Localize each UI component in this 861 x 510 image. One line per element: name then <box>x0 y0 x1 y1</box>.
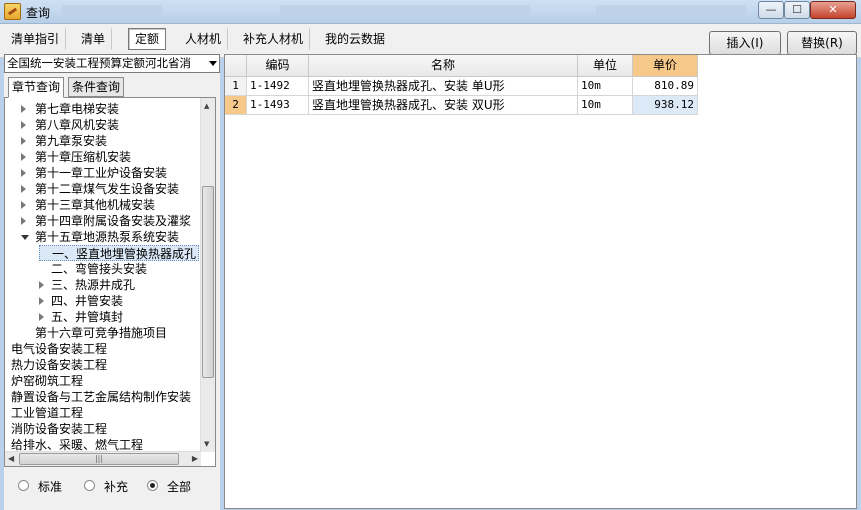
tab-my-cloud-data[interactable]: 我的云数据 <box>318 28 392 50</box>
radio-all[interactable] <box>147 480 158 491</box>
title-blur-3 <box>596 5 746 15</box>
tree-item[interactable]: 第十章压缩机安装 <box>21 149 131 165</box>
quota-results-grid: 编码 名称 单位 单价 1 1-1492 竖直地埋管换热器成孔、安装 单U形 1… <box>224 54 857 509</box>
tree-item[interactable]: 第八章风机安装 <box>21 117 119 133</box>
radio-standard[interactable] <box>18 480 29 491</box>
radio-supplementary[interactable] <box>84 480 95 491</box>
app-icon <box>4 3 21 20</box>
column-header-name[interactable]: 名称 <box>309 55 578 77</box>
expand-icon[interactable] <box>21 105 26 113</box>
chevron-down-icon[interactable] <box>209 61 217 66</box>
expand-icon[interactable] <box>21 185 26 193</box>
column-header-code[interactable]: 编码 <box>247 55 309 77</box>
tree-item[interactable]: 三、热源井成孔 <box>39 277 135 293</box>
collapse-icon[interactable] <box>21 235 29 240</box>
radio-all-label: 全部 <box>167 480 192 494</box>
insert-button[interactable]: 插入(I) <box>709 31 781 55</box>
scroll-left-icon[interactable]: ◀ <box>8 454 14 463</box>
title-bar: 查询 — ☐ ✕ <box>0 0 861 24</box>
tree-item[interactable]: 五、井管填封 <box>39 309 123 325</box>
tab-supplementary-lmm[interactable]: 补充人材机 <box>236 28 311 50</box>
row-number-header <box>225 55 247 77</box>
tree-item[interactable]: 第十二章煤气发生设备安装 <box>21 181 179 197</box>
cell-code[interactable]: 1-1492 <box>247 77 309 96</box>
tab-list[interactable]: 清单 <box>74 28 113 50</box>
tree-item[interactable]: 静置设备与工艺金属结构制作安装 <box>7 389 191 405</box>
tree-item[interactable]: 电气设备安装工程 <box>7 341 107 357</box>
tab-list-guide[interactable]: 清单指引 <box>4 28 67 50</box>
scroll-right-icon[interactable]: ▶ <box>192 454 198 463</box>
expand-icon[interactable] <box>21 153 26 161</box>
maximize-icon[interactable]: ☐ <box>784 1 810 19</box>
tree-vertical-scrollbar[interactable]: ▲ ▼ <box>200 98 215 452</box>
cell-unit[interactable]: 10m <box>578 96 633 115</box>
library-filter-radios: 标准 补充 全部 <box>4 476 220 498</box>
expand-icon[interactable] <box>39 297 44 305</box>
tree-item[interactable]: 第十一章工业炉设备安装 <box>21 165 167 181</box>
tree-item[interactable]: 第十六章可竞争措施项目 <box>23 325 167 341</box>
cell-name[interactable]: 竖直地埋管换热器成孔、安装 双U形 <box>309 96 578 115</box>
expand-icon[interactable] <box>39 313 44 321</box>
radio-standard-label: 标准 <box>38 480 63 494</box>
tree-item[interactable]: 炉窑砌筑工程 <box>7 373 83 389</box>
tree-item[interactable]: 第七章电梯安装 <box>21 101 119 117</box>
tab-quota[interactable]: 定额 <box>128 28 167 50</box>
column-header-price[interactable]: 单价 <box>633 55 698 77</box>
radio-supplementary-label: 补充 <box>104 480 129 494</box>
scroll-up-icon[interactable]: ▲ <box>204 102 209 110</box>
toolbar: 清单指引 清单 定额 人材机 补充人材机 我的云数据 插入(I) 替换(R) <box>0 24 861 58</box>
quota-library-value: 全国统一安装工程预算定额河北省消 <box>7 56 191 70</box>
tree-vertical-scroll-thumb[interactable] <box>202 186 214 378</box>
window-title: 查询 <box>26 6 51 20</box>
expand-icon[interactable] <box>21 121 26 129</box>
tree-item[interactable]: 四、井管安装 <box>39 293 123 309</box>
left-panel: 全国统一安装工程预算定额河北省消 章节查询 条件查询 第七章电梯安装 第八章风机… <box>4 54 220 510</box>
minimize-icon[interactable]: — <box>758 1 784 19</box>
cell-name[interactable]: 竖直地埋管换热器成孔、安装 单U形 <box>309 77 578 96</box>
cell-price[interactable]: 810.89 <box>633 77 698 96</box>
column-header-unit[interactable]: 单位 <box>578 55 633 77</box>
cell-unit[interactable]: 10m <box>578 77 633 96</box>
expand-icon[interactable] <box>39 281 44 289</box>
close-icon[interactable]: ✕ <box>810 1 856 19</box>
chapter-tree: 第七章电梯安装 第八章风机安装 第九章泵安装 第十章压缩机安装 第十一章工业炉设… <box>4 97 216 467</box>
expand-icon[interactable] <box>21 137 26 145</box>
title-blur-2 <box>280 5 530 15</box>
expand-icon[interactable] <box>21 169 26 177</box>
tree-item[interactable]: 第十四章附属设备安装及灌浆 <box>21 213 191 229</box>
cell-price-selected[interactable]: 938.12 <box>633 96 698 115</box>
tab-labor-material-machine[interactable]: 人材机 <box>178 28 229 50</box>
expand-icon[interactable] <box>21 217 26 225</box>
tab-chapter-search[interactable]: 章节查询 <box>8 77 65 98</box>
tree-item-selected[interactable]: 一、竖直地埋管换热器成孔 <box>39 245 200 261</box>
quota-library-select[interactable]: 全国统一安装工程预算定额河北省消 <box>4 54 220 73</box>
cell-code[interactable]: 1-1493 <box>247 96 309 115</box>
title-blur-1 <box>62 5 162 15</box>
scroll-down-icon[interactable]: ▼ <box>204 440 209 448</box>
tree-item[interactable]: 第九章泵安装 <box>21 133 107 149</box>
tree-item[interactable]: 热力设备安装工程 <box>7 357 107 373</box>
tree-item[interactable]: 消防设备安装工程 <box>7 421 107 437</box>
tree-item[interactable]: 工业管道工程 <box>7 405 83 421</box>
tree-item[interactable]: 第十三章其他机械安装 <box>21 197 155 213</box>
tree-horizontal-scrollbar[interactable]: ◀ ||| ▶ <box>5 451 201 466</box>
tab-condition-search[interactable]: 条件查询 <box>68 77 125 97</box>
replace-button[interactable]: 替换(R) <box>787 31 857 55</box>
row-number[interactable]: 1 <box>225 77 247 96</box>
expand-icon[interactable] <box>21 201 26 209</box>
tree-item[interactable]: 二、弯管接头安装 <box>39 261 147 277</box>
tree-horizontal-scroll-thumb[interactable]: ||| <box>19 453 179 465</box>
row-number-selected[interactable]: 2 <box>225 96 247 115</box>
tree-item[interactable]: 第十五章地源热泵系统安装 <box>21 229 179 245</box>
